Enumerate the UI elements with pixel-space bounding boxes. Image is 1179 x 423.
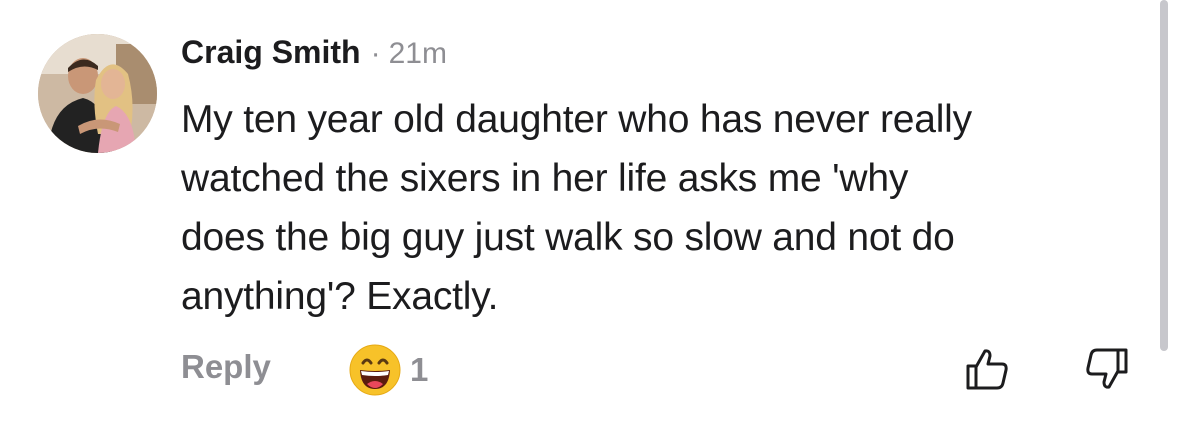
- reaction-summary[interactable]: 1: [348, 342, 428, 398]
- author-name[interactable]: Craig Smith: [181, 34, 361, 71]
- meta-separator: ·: [370, 37, 381, 70]
- comment-text-line: does the big guy just walk so slow and n…: [181, 216, 955, 259]
- scrollbar[interactable]: [1160, 0, 1168, 351]
- comment-body: My ten year old daughter who has never r…: [181, 90, 1146, 326]
- dislike-button[interactable]: [1084, 346, 1130, 392]
- thumbs-down-icon: [1086, 348, 1128, 389]
- thumbs-up-icon: [966, 349, 1008, 390]
- comment-header: Craig Smith · 21m: [181, 34, 447, 80]
- comment-text-line: watched the sixers in her life asks me '…: [181, 157, 909, 200]
- reply-button[interactable]: Reply: [181, 348, 271, 386]
- comment: Craig Smith · 21m My ten year old daught…: [0, 0, 1179, 423]
- reaction-count: 1: [410, 351, 429, 388]
- comment-text-line: anything'? Exactly.: [181, 275, 499, 318]
- grinning-face-emoji-icon: [349, 344, 401, 396]
- avatar-photo: [38, 34, 157, 153]
- comment-actions: Reply 1: [0, 340, 1179, 400]
- avatar[interactable]: [38, 34, 157, 153]
- comment-timestamp: 21m: [388, 37, 447, 70]
- comment-text-line: My ten year old daughter who has never r…: [181, 98, 972, 141]
- like-button[interactable]: [964, 346, 1010, 392]
